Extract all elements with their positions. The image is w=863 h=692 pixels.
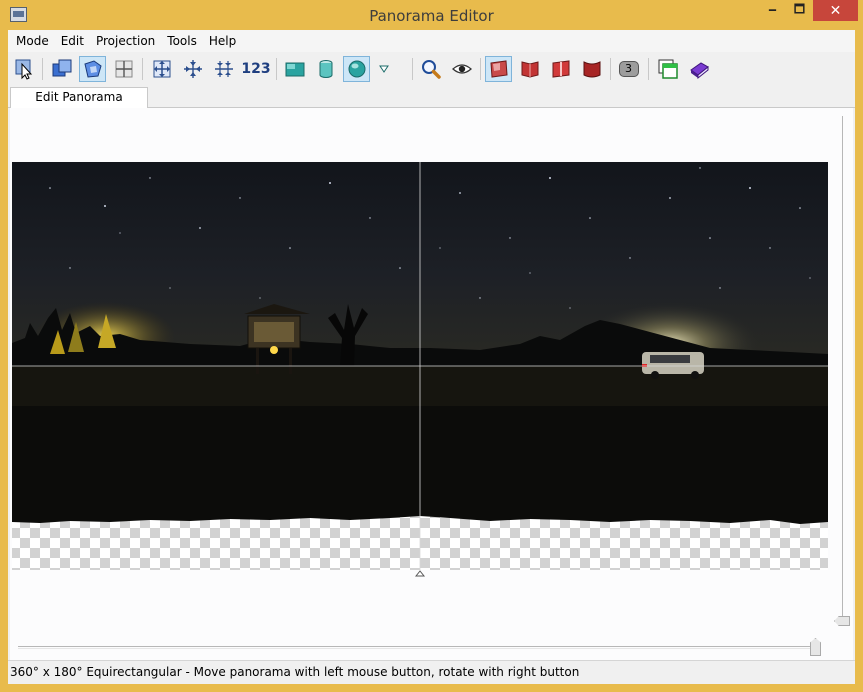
toolbar-separator — [610, 58, 611, 80]
layer-red-4-icon — [583, 61, 600, 78]
window-button[interactable] — [654, 56, 681, 82]
window-green-icon — [658, 59, 678, 79]
rectilinear-projection-button[interactable] — [281, 56, 308, 82]
toolbar-separator — [142, 58, 143, 80]
menu-bar: Mode Edit Projection Tools Help — [8, 30, 855, 52]
menu-projection[interactable]: Projection — [90, 34, 161, 48]
minimize-button[interactable]: 🗕 — [760, 0, 785, 21]
layer-3-button[interactable] — [547, 56, 574, 82]
move-image-icon — [52, 59, 71, 77]
fit-horizontal-icon — [214, 61, 233, 77]
fit-all-button[interactable] — [148, 56, 175, 82]
center-button[interactable] — [179, 56, 206, 82]
spherical-projection-button[interactable] — [343, 56, 370, 82]
preview-button[interactable] — [448, 56, 475, 82]
close-button[interactable]: ✕ — [813, 0, 858, 21]
cylindrical-projection-button[interactable] — [312, 56, 339, 82]
menu-mode[interactable]: Mode — [10, 34, 55, 48]
projection-dropdown-button[interactable] — [374, 56, 394, 82]
horizon-marker[interactable] — [414, 570, 426, 577]
preview-eye-icon — [451, 64, 472, 74]
vertical-slider-track[interactable] — [842, 116, 843, 616]
tab-strip: Edit Panorama — [8, 86, 855, 109]
horizontal-slider-track[interactable] — [18, 646, 818, 649]
spherical-projection-icon — [348, 60, 365, 78]
crosshair-icon — [115, 60, 132, 78]
menu-help[interactable]: Help — [203, 34, 242, 48]
toolbar-separator — [412, 58, 413, 80]
layer-2-button[interactable] — [516, 56, 543, 82]
layer-red-2-icon — [521, 61, 538, 78]
title-bar[interactable]: Panorama Editor 🗕 🗖 ✕ — [0, 0, 863, 30]
layer-4-button[interactable] — [578, 56, 605, 82]
projection-dropdown-icon — [379, 65, 389, 73]
status-bar: 360° x 180° Equirectangular - Move panor… — [8, 660, 855, 684]
book-icon — [689, 62, 709, 80]
select-arrow-icon — [15, 59, 32, 80]
maximize-button[interactable]: 🗖 — [787, 0, 812, 21]
toolbar-separator — [42, 58, 43, 80]
window-frame: Panorama Editor 🗕 🗖 ✕ Mode Edit Projecti… — [0, 0, 863, 692]
toolbar-separator — [480, 58, 481, 80]
select-tool-button[interactable] — [11, 56, 38, 82]
count-badge-icon: 3 — [618, 61, 639, 77]
center-icon — [183, 60, 202, 78]
client-area: Mode Edit Projection Tools Help 123 3 Ed… — [8, 30, 855, 684]
crosshair-button[interactable] — [110, 56, 137, 82]
panorama-image[interactable] — [10, 108, 853, 660]
rectilinear-projection-icon — [285, 62, 304, 77]
move-image-button[interactable] — [48, 56, 75, 82]
layer-red-1-icon — [489, 60, 508, 78]
rotate-image-button[interactable] — [79, 56, 106, 82]
panorama-canvas[interactable] — [10, 108, 853, 660]
layer-red-3-icon — [552, 60, 569, 78]
window-title: Panorama Editor — [369, 7, 494, 25]
help-book-button[interactable] — [685, 56, 712, 82]
zoom-icon — [421, 60, 441, 79]
tab-edit-panorama[interactable]: Edit Panorama — [10, 87, 148, 109]
fit-all-icon — [153, 60, 170, 78]
layer-1-button[interactable] — [485, 56, 512, 82]
menu-edit[interactable]: Edit — [55, 34, 90, 48]
menu-tools[interactable]: Tools — [161, 34, 203, 48]
toolbar-separator — [276, 58, 277, 80]
toolbar: 123 3 — [8, 52, 855, 86]
street-light — [270, 346, 278, 354]
toolbar-separator — [648, 58, 649, 80]
count-button[interactable]: 3 — [615, 56, 642, 82]
zoom-button[interactable] — [417, 56, 444, 82]
fit-horizontal-button[interactable] — [210, 56, 237, 82]
rotate-image-icon — [83, 60, 102, 78]
numbers-button[interactable]: 123 — [241, 56, 271, 82]
cylindrical-projection-icon — [319, 60, 332, 78]
